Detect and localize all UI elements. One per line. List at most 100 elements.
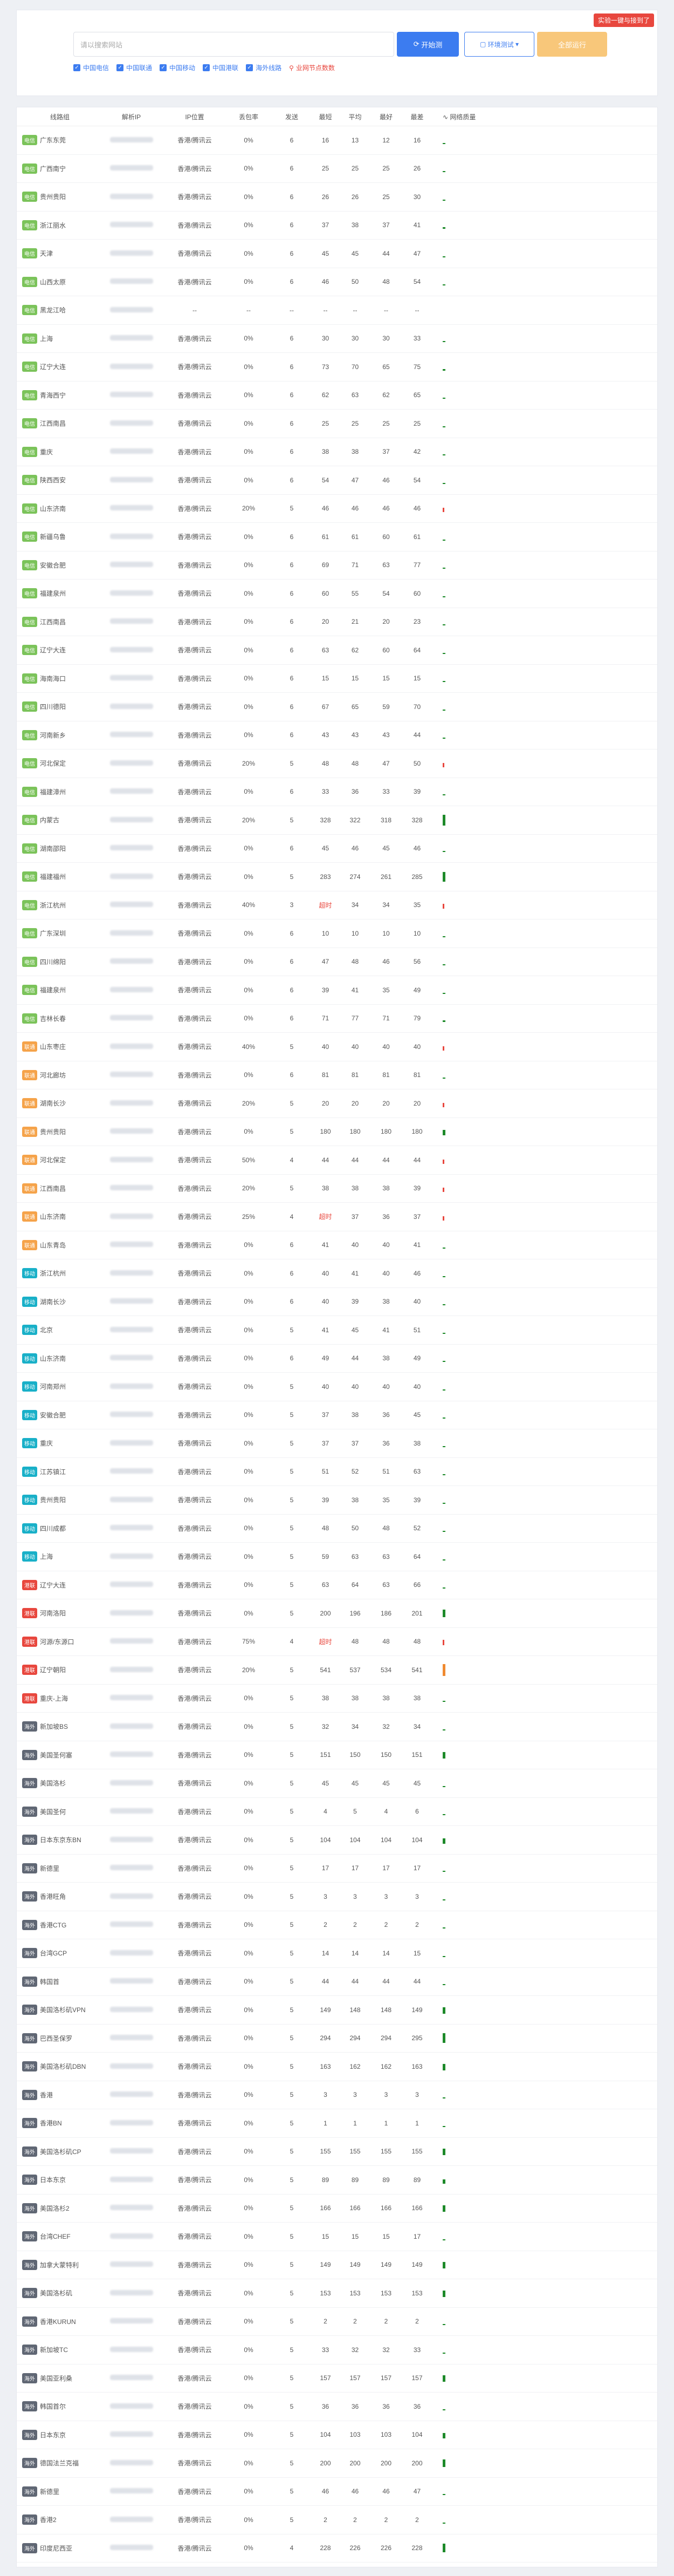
table-row[interactable]: 海外 新加坡BS 香港/腾讯云 0% 5 32 34 32 34 xyxy=(17,1713,657,1741)
table-row[interactable]: 海外 美国洛杉矶 香港/腾讯云 0% 5 153 153 153 153 xyxy=(17,2279,657,2308)
table-row[interactable]: 海外 美国洛杉矶CP 香港/腾讯云 0% 5 155 155 155 155 xyxy=(17,2138,657,2166)
table-row[interactable]: 移动 浙江杭州 香港/腾讯云 0% 6 40 41 40 46 xyxy=(17,1259,657,1288)
table-row[interactable]: 海外 加拿大蒙特利 香港/腾讯云 0% 5 149 149 149 149 xyxy=(17,2251,657,2279)
table-row[interactable]: 海外 香港BN 香港/腾讯云 0% 5 1 1 1 1 xyxy=(17,2109,657,2138)
table-row[interactable]: 海外 日本东京 香港/腾讯云 0% 5 104 103 103 104 xyxy=(17,2421,657,2449)
table-row[interactable]: 电信 福建泉州 香港/腾讯云 0% 6 39 41 35 49 xyxy=(17,976,657,1005)
table-row[interactable]: 移动 重庆 香港/腾讯云 0% 5 37 37 36 38 xyxy=(17,1429,657,1458)
table-row[interactable]: 海外 日本东京东BN 香港/腾讯云 0% 5 104 104 104 104 xyxy=(17,1826,657,1855)
table-row[interactable]: 联通 江西南昌 香港/腾讯云 20% 5 38 38 38 39 xyxy=(17,1175,657,1203)
table-row[interactable]: 电信 四川德阳 香港/腾讯云 0% 6 67 65 59 70 xyxy=(17,693,657,721)
table-row[interactable]: 港联 河源/东源口 香港/腾讯云 75% 4 超时 48 48 48 xyxy=(17,1628,657,1656)
table-row[interactable]: 移动 贵州贵阳 香港/腾讯云 0% 5 39 38 35 39 xyxy=(17,1486,657,1515)
filter-checkbox[interactable]: ✓ 中国港联 xyxy=(203,63,238,72)
table-row[interactable]: 电信 贵州贵阳 香港/腾讯云 0% 6 26 26 25 30 xyxy=(17,183,657,212)
table-row[interactable]: 移动 江苏镇江 香港/腾讯云 0% 5 51 52 51 63 xyxy=(17,1458,657,1486)
table-row[interactable]: 海外 香港旺角 香港/腾讯云 0% 5 3 3 3 3 xyxy=(17,1883,657,1911)
table-row[interactable]: 电信 福建泉州 香港/腾讯云 0% 6 60 55 54 60 xyxy=(17,580,657,608)
table-row[interactable]: 海外 巴西圣保罗 香港/腾讯云 0% 5 294 294 294 295 xyxy=(17,2025,657,2053)
table-row[interactable]: 电信 安徽合肥 香港/腾讯云 0% 6 69 71 63 77 xyxy=(17,551,657,580)
table-row[interactable]: 港联 重庆-上海 香港/腾讯云 0% 5 38 38 38 38 xyxy=(17,1685,657,1713)
table-row[interactable]: 海外 德国法兰克福 香港/腾讯云 0% 5 200 200 200 200 xyxy=(17,2449,657,2478)
table-row[interactable]: 电信 山东济南 香港/腾讯云 20% 5 46 46 46 46 xyxy=(17,495,657,523)
table-row[interactable]: 联通 贵州贵阳 香港/腾讯云 0% 5 180 180 180 180 xyxy=(17,1118,657,1146)
table-row[interactable]: 海外 美国洛杉矶DBN 香港/腾讯云 0% 5 163 162 162 163 xyxy=(17,2053,657,2081)
start-test-button[interactable]: ⟳ 开始测 xyxy=(397,32,459,57)
table-row[interactable]: 移动 上海 香港/腾讯云 0% 5 59 63 63 64 xyxy=(17,1543,657,1571)
table-row[interactable]: 电信 四川绵阳 香港/腾讯云 0% 6 47 48 46 56 xyxy=(17,948,657,976)
quality-cell xyxy=(432,1638,586,1646)
table-row[interactable]: 电信 河北保定 香港/腾讯云 20% 5 48 48 47 50 xyxy=(17,749,657,778)
table-row[interactable]: 海外 新加坡TC 香港/腾讯云 0% 5 33 32 32 33 xyxy=(17,2336,657,2364)
table-row[interactable]: 电信 浙江丽水 香港/腾讯云 0% 6 37 38 37 41 xyxy=(17,212,657,240)
table-row[interactable]: 海外 美国圣何 香港/腾讯云 0% 5 4 5 4 6 xyxy=(17,1798,657,1826)
table-row[interactable]: 移动 北京 香港/腾讯云 0% 5 41 45 41 51 xyxy=(17,1316,657,1345)
table-row[interactable]: 电信 山西太原 香港/腾讯云 0% 6 46 50 48 54 xyxy=(17,268,657,296)
search-input[interactable]: 请以搜索网站 xyxy=(73,32,394,57)
table-row[interactable]: 海外 台湾GCP 香港/腾讯云 0% 5 14 14 14 15 xyxy=(17,1939,657,1968)
table-row[interactable]: 电信 天津 香港/腾讯云 0% 6 45 45 44 47 xyxy=(17,240,657,268)
table-row[interactable]: 电信 上海 香港/腾讯云 0% 6 30 30 30 33 xyxy=(17,325,657,353)
table-row[interactable]: 电信 辽宁大连 香港/腾讯云 0% 6 63 62 60 64 xyxy=(17,636,657,665)
table-row[interactable]: 移动 山东济南 香港/腾讯云 0% 6 49 44 38 49 xyxy=(17,1345,657,1373)
env-test-button[interactable]: ▢ 环境测试 ▾ xyxy=(464,32,534,57)
table-row[interactable]: 海外 台湾CHEF 香港/腾讯云 0% 5 15 15 15 17 xyxy=(17,2223,657,2251)
table-row[interactable]: 电信 湖南邵阳 香港/腾讯云 0% 6 45 46 45 46 xyxy=(17,835,657,863)
filter-checkbox[interactable]: ✓ 海外线路 xyxy=(246,63,281,72)
table-row[interactable]: 电信 河南新乡 香港/腾讯云 0% 6 43 43 43 44 xyxy=(17,721,657,749)
table-row[interactable]: 电信 重庆 香港/腾讯云 0% 6 38 38 37 42 xyxy=(17,438,657,466)
filter-checkbox[interactable]: ✓ 中国联通 xyxy=(116,63,152,72)
table-row[interactable]: 联通 山东济南 香港/腾讯云 25% 4 超时 37 36 37 xyxy=(17,1203,657,1231)
table-row[interactable]: 电信 浙江杭州 香港/腾讯云 40% 3 超时 34 34 35 xyxy=(17,891,657,919)
table-row[interactable]: 电信 江西南昌 香港/腾讯云 0% 6 20 21 20 23 xyxy=(17,608,657,636)
table-row[interactable]: 联通 河北保定 香港/腾讯云 50% 4 44 44 44 44 xyxy=(17,1146,657,1175)
table-row[interactable]: 联通 山东枣庄 香港/腾讯云 40% 5 40 40 40 40 xyxy=(17,1033,657,1061)
table-row[interactable]: 海外 美国亚利桑 香港/腾讯云 0% 5 157 157 157 157 xyxy=(17,2364,657,2393)
table-row[interactable]: 电信 辽宁大连 香港/腾讯云 0% 6 73 70 65 75 xyxy=(17,353,657,381)
table-row[interactable]: 电信 内蒙古 香港/腾讯云 20% 5 328 322 318 328 xyxy=(17,806,657,835)
table-row[interactable]: 电信 海南海口 香港/腾讯云 0% 6 15 15 15 15 xyxy=(17,665,657,693)
corner-badge[interactable]: 实验一键与接到了 xyxy=(593,13,654,27)
table-row[interactable]: 电信 吉林长春 香港/腾讯云 0% 6 71 77 71 79 xyxy=(17,1005,657,1033)
table-row[interactable]: 海外 香港CTG 香港/腾讯云 0% 5 2 2 2 2 xyxy=(17,1911,657,1939)
table-row[interactable]: 电信 江西南昌 香港/腾讯云 0% 6 25 25 25 25 xyxy=(17,410,657,438)
table-row[interactable]: 电信 广西南宁 香港/腾讯云 0% 6 25 25 25 26 xyxy=(17,155,657,183)
run-all-button[interactable]: 全部运行 xyxy=(537,32,607,57)
table-row[interactable]: 移动 河南郑州 香港/腾讯云 0% 5 40 40 40 40 xyxy=(17,1373,657,1401)
table-row[interactable]: 电信 新疆乌鲁 香港/腾讯云 0% 6 61 61 60 61 xyxy=(17,523,657,551)
table-row[interactable]: 移动 安徽合肥 香港/腾讯云 0% 5 37 38 36 45 xyxy=(17,1401,657,1429)
table-row[interactable]: 港联 河南洛阳 香港/腾讯云 0% 5 200 196 186 201 xyxy=(17,1599,657,1628)
table-row[interactable]: 海外 香港 香港/腾讯云 0% 5 3 3 3 3 xyxy=(17,2081,657,2109)
table-row[interactable]: 联通 山东青岛 香港/腾讯云 0% 6 41 40 40 41 xyxy=(17,1231,657,1259)
table-row[interactable]: 海外 香港2 香港/腾讯云 0% 5 2 2 2 2 xyxy=(17,2506,657,2534)
table-row[interactable]: 移动 四川成都 香港/腾讯云 0% 5 48 50 48 52 xyxy=(17,1515,657,1543)
table-row[interactable]: 电信 青海西宁 香港/腾讯云 0% 6 62 63 62 65 xyxy=(17,381,657,410)
table-row[interactable]: 港联 辽宁朝阳 香港/腾讯云 20% 5 541 537 534 541 xyxy=(17,1656,657,1685)
table-row[interactable]: 海外 韩国首 香港/腾讯云 0% 5 44 44 44 44 xyxy=(17,1968,657,1996)
table-row[interactable]: 海外 日本东京 香港/腾讯云 0% 5 89 89 89 89 xyxy=(17,2166,657,2195)
table-row[interactable]: 海外 新德里 香港/腾讯云 0% 5 46 46 46 47 xyxy=(17,2478,657,2506)
table-row[interactable]: 电信 福建福州 香港/腾讯云 0% 5 283 274 261 285 xyxy=(17,863,657,891)
table-row[interactable]: 电信 陕西西安 香港/腾讯云 0% 6 54 47 46 54 xyxy=(17,466,657,495)
table-row[interactable]: 海外 美国洛杉2 香港/腾讯云 0% 5 166 166 166 166 xyxy=(17,2195,657,2223)
table-row[interactable]: 海外 美国洛杉 香港/腾讯云 0% 5 45 45 45 45 xyxy=(17,1769,657,1798)
carrier-badge: 海外 xyxy=(22,2373,37,2383)
table-row[interactable]: 电信 福建漳州 香港/腾讯云 0% 6 33 36 33 39 xyxy=(17,778,657,806)
filter-checkbox[interactable]: ✓ 中国移动 xyxy=(160,63,195,72)
filter-checkbox[interactable]: ✓ 中国电信 xyxy=(73,63,109,72)
table-row[interactable]: 港联 辽宁大连 香港/腾讯云 0% 5 63 64 63 66 xyxy=(17,1571,657,1599)
table-row[interactable]: 移动 湖南长沙 香港/腾讯云 0% 6 40 39 38 40 xyxy=(17,1288,657,1316)
table-row[interactable]: 海外 新德里 香港/腾讯云 0% 5 17 17 17 17 xyxy=(17,1855,657,1883)
resolved-ip xyxy=(98,561,165,569)
table-row[interactable]: 海外 韩国首尔 香港/腾讯云 0% 5 36 36 36 36 xyxy=(17,2393,657,2421)
table-row[interactable]: 海外 香港KURUN 香港/腾讯云 0% 5 2 2 2 2 xyxy=(17,2308,657,2336)
table-row[interactable]: 电信 广东东莞 香港/腾讯云 0% 6 16 13 12 16 xyxy=(17,126,657,155)
table-row[interactable]: 海外 美国洛杉矶VPN 香港/腾讯云 0% 5 149 148 148 149 xyxy=(17,1996,657,2025)
table-row[interactable]: 联通 河北廊坊 香港/腾讯云 0% 6 81 81 81 81 xyxy=(17,1061,657,1089)
table-row[interactable]: 海外 印度尼西亚 香港/腾讯云 0% 4 228 226 226 228 xyxy=(17,2534,657,2563)
table-row[interactable]: 海外 美国圣何塞 香港/腾讯云 0% 5 151 150 150 151 xyxy=(17,1741,657,1769)
table-row[interactable]: 电信 广东深圳 香港/腾讯云 0% 6 10 10 10 10 xyxy=(17,919,657,948)
table-row[interactable]: 联通 湖南长沙 香港/腾讯云 20% 5 20 20 20 20 xyxy=(17,1089,657,1118)
location-filter[interactable]: ⚲ 业网节点数数 xyxy=(289,63,335,72)
table-row[interactable]: 电信 黑龙江哈 -- -- -- -- -- -- -- xyxy=(17,296,657,325)
